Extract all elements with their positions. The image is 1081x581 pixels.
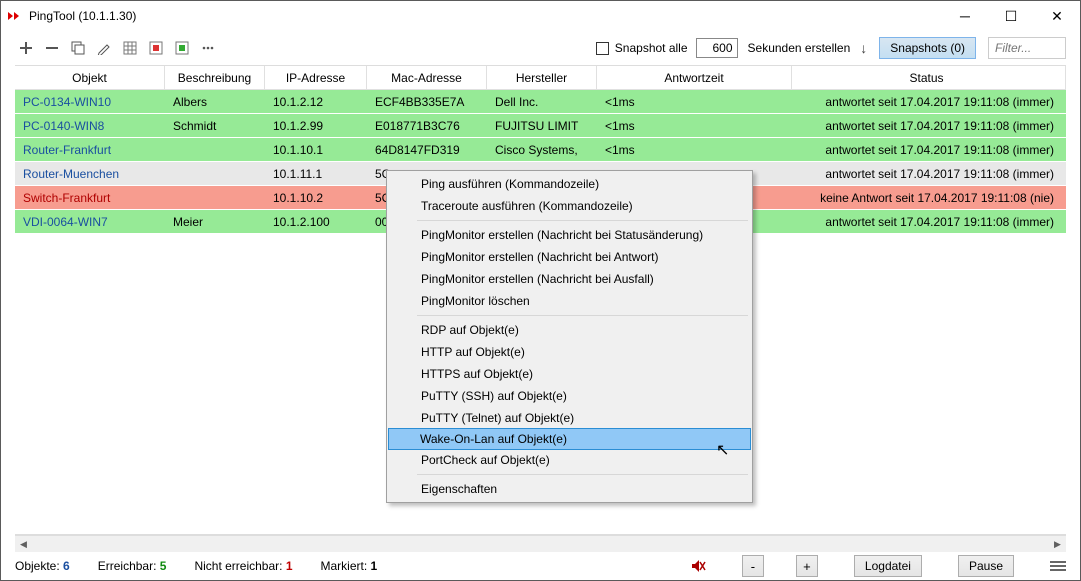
cell-mac: ECF4BB335E7A	[367, 95, 487, 109]
grid-icon[interactable]	[119, 37, 141, 59]
context-menu-separator	[417, 220, 748, 221]
cell-ip: 10.1.11.1	[265, 167, 367, 181]
menu-icon[interactable]	[1050, 561, 1066, 571]
col-antwortzeit[interactable]: Antwortzeit	[597, 66, 792, 90]
toolbar: Snapshot alle Sekunden erstellen ↓ Snaps…	[1, 31, 1080, 65]
status-markiert: Markiert: 1	[321, 559, 378, 573]
table-header: Objekt Beschreibung IP-Adresse Mac-Adres…	[15, 66, 1066, 90]
logdatei-button[interactable]: Logdatei	[854, 555, 922, 577]
cell-desc: Meier	[165, 215, 265, 229]
context-menu-item[interactable]: PuTTY (SSH) auf Objekt(e)	[389, 385, 750, 407]
close-button[interactable]: ✕	[1034, 1, 1080, 31]
context-menu-item[interactable]: HTTP auf Objekt(e)	[389, 341, 750, 363]
col-mac[interactable]: Mac-Adresse	[367, 66, 487, 90]
cell-objekt: Router-Muenchen	[15, 167, 165, 181]
cell-rt: <1ms	[597, 95, 792, 109]
col-ip[interactable]: IP-Adresse	[265, 66, 367, 90]
cell-ip: 10.1.10.1	[265, 143, 367, 157]
cell-desc: Albers	[165, 95, 265, 109]
cell-mac: E018771B3C76	[367, 119, 487, 133]
cell-rt: <1ms	[597, 119, 792, 133]
app-icon	[7, 8, 23, 24]
status-erreichbar: Erreichbar: 5	[98, 559, 167, 573]
snapshot-after-label: Sekunden erstellen	[748, 41, 851, 55]
cell-objekt: Router-Frankfurt	[15, 143, 165, 157]
context-menu-item[interactable]: Traceroute ausführen (Kommandozeile)	[389, 195, 750, 217]
cell-objekt: Switch-Frankfurt	[15, 191, 165, 205]
pause-button[interactable]: Pause	[958, 555, 1014, 577]
cell-mfr: Dell Inc.	[487, 95, 597, 109]
status-nicht-erreichbar: Nicht erreichbar: 1	[194, 559, 292, 573]
edit-icon[interactable]	[93, 37, 115, 59]
add-icon[interactable]	[15, 37, 37, 59]
col-status[interactable]: Status	[792, 66, 1066, 90]
cell-rt: <1ms	[597, 143, 792, 157]
arrow-down-icon[interactable]: ↓	[860, 40, 867, 56]
context-menu-item[interactable]: HTTPS auf Objekt(e)	[389, 363, 750, 385]
snapshot-checkbox[interactable]	[596, 42, 609, 55]
snapshots-button[interactable]: Snapshots (0)	[879, 37, 976, 59]
window-title: PingTool (10.1.1.30)	[29, 9, 942, 23]
context-menu-item[interactable]: PortCheck auf Objekt(e)	[389, 449, 750, 471]
context-menu-item[interactable]: PingMonitor löschen	[389, 290, 750, 312]
statusbar: Objekte: 6 Erreichbar: 5 Nicht erreichba…	[1, 552, 1080, 580]
filter-input[interactable]	[988, 37, 1066, 59]
horizontal-scrollbar[interactable]: ◀ ▶	[15, 535, 1066, 552]
titlebar[interactable]: PingTool (10.1.1.30) ─ ☐ ✕	[1, 1, 1080, 31]
context-menu-item[interactable]: Ping ausführen (Kommandozeile)	[389, 173, 750, 195]
delete-icon[interactable]	[41, 37, 63, 59]
col-beschreibung[interactable]: Beschreibung	[165, 66, 265, 90]
cell-mac: 64D8147FD319	[367, 143, 487, 157]
cell-mfr: Cisco Systems,	[487, 143, 597, 157]
scroll-left-icon[interactable]: ◀	[15, 536, 32, 553]
context-menu-item[interactable]: PingMonitor erstellen (Nachricht bei Ant…	[389, 246, 750, 268]
col-hersteller[interactable]: Hersteller	[487, 66, 597, 90]
context-menu-item[interactable]: PuTTY (Telnet) auf Objekt(e)	[389, 407, 750, 429]
cell-status: antwortet seit 17.04.2017 19:11:08 (imme…	[792, 95, 1066, 109]
cell-ip: 10.1.2.100	[265, 215, 367, 229]
cell-objekt: PC-0140-WIN8	[15, 119, 165, 133]
context-menu-separator	[417, 474, 748, 475]
context-menu-item[interactable]: PingMonitor erstellen (Nachricht bei Aus…	[389, 268, 750, 290]
cell-status: antwortet seit 17.04.2017 19:11:08 (imme…	[792, 167, 1066, 181]
more-icon[interactable]	[197, 37, 219, 59]
cell-mfr: FUJITSU LIMIT	[487, 119, 597, 133]
cell-objekt: VDI-0064-WIN7	[15, 215, 165, 229]
status-objekte: Objekte: 6	[15, 559, 70, 573]
cell-status: antwortet seit 17.04.2017 19:11:08 (imme…	[792, 119, 1066, 133]
context-menu-item[interactable]: Wake-On-Lan auf Objekt(e)	[388, 428, 751, 450]
table-row[interactable]: PC-0134-WIN10Albers10.1.2.12ECF4BB335E7A…	[15, 90, 1066, 114]
cell-desc: Schmidt	[165, 119, 265, 133]
context-menu: Ping ausführen (Kommandozeile)Traceroute…	[386, 170, 753, 503]
cell-status: antwortet seit 17.04.2017 19:11:08 (imme…	[792, 143, 1066, 157]
cell-objekt: PC-0134-WIN10	[15, 95, 165, 109]
cell-ip: 10.1.2.12	[265, 95, 367, 109]
snapshot-check-label: Snapshot alle	[615, 41, 688, 55]
context-menu-separator	[417, 315, 748, 316]
col-objekt[interactable]: Objekt	[15, 66, 165, 90]
table-row[interactable]: PC-0140-WIN8Schmidt10.1.2.99E018771B3C76…	[15, 114, 1066, 138]
zoom-in-button[interactable]: +	[796, 555, 818, 577]
context-menu-item[interactable]: Eigenschaften	[389, 478, 750, 500]
stop-green-icon[interactable]	[171, 37, 193, 59]
snapshot-checkbox-wrap[interactable]: Snapshot alle	[596, 41, 688, 55]
minimize-button[interactable]: ─	[942, 1, 988, 31]
context-menu-item[interactable]: RDP auf Objekt(e)	[389, 319, 750, 341]
table-row[interactable]: Router-Frankfurt 10.1.10.164D8147FD319Cis…	[15, 138, 1066, 162]
snapshot-interval-input[interactable]	[696, 38, 738, 58]
copy-icon[interactable]	[67, 37, 89, 59]
cell-ip: 10.1.2.99	[265, 119, 367, 133]
cell-status: keine Antwort seit 17.04.2017 19:11:08 (…	[792, 191, 1066, 205]
scroll-right-icon[interactable]: ▶	[1049, 536, 1066, 553]
cell-status: antwortet seit 17.04.2017 19:11:08 (imme…	[792, 215, 1066, 229]
context-menu-item[interactable]: PingMonitor erstellen (Nachricht bei Sta…	[389, 224, 750, 246]
cell-ip: 10.1.10.2	[265, 191, 367, 205]
stop-red-icon[interactable]	[145, 37, 167, 59]
mute-icon[interactable]	[690, 558, 706, 574]
zoom-out-button[interactable]: -	[742, 555, 764, 577]
maximize-button[interactable]: ☐	[988, 1, 1034, 31]
